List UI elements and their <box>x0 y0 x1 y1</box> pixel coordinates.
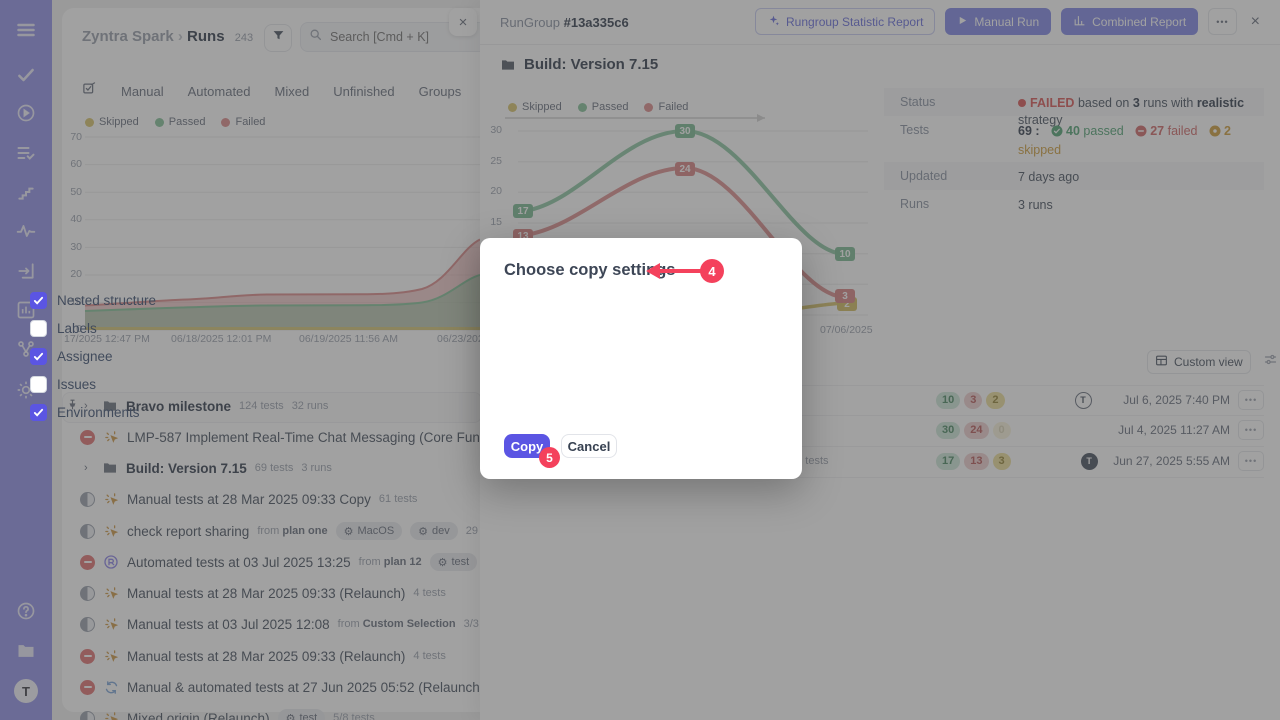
checkbox-icon[interactable] <box>30 320 47 337</box>
checkbox-icon[interactable] <box>30 404 47 421</box>
option-nested-structure[interactable]: Nested structure <box>30 292 156 309</box>
checkbox-icon[interactable] <box>30 376 47 393</box>
option-assignee[interactable]: Assignee <box>30 348 113 365</box>
annotation-arrow <box>644 258 704 284</box>
option-environments[interactable]: Environments <box>30 404 140 421</box>
option-issues[interactable]: Issues <box>30 376 96 393</box>
annotation-step-5-badge: 5 <box>539 447 560 468</box>
option-labels[interactable]: Labels <box>30 320 97 337</box>
checkbox-icon[interactable] <box>30 292 47 309</box>
cancel-button[interactable]: Cancel <box>561 434 617 458</box>
annotation-step-4-badge: 4 <box>700 259 724 283</box>
checkbox-icon[interactable] <box>30 348 47 365</box>
